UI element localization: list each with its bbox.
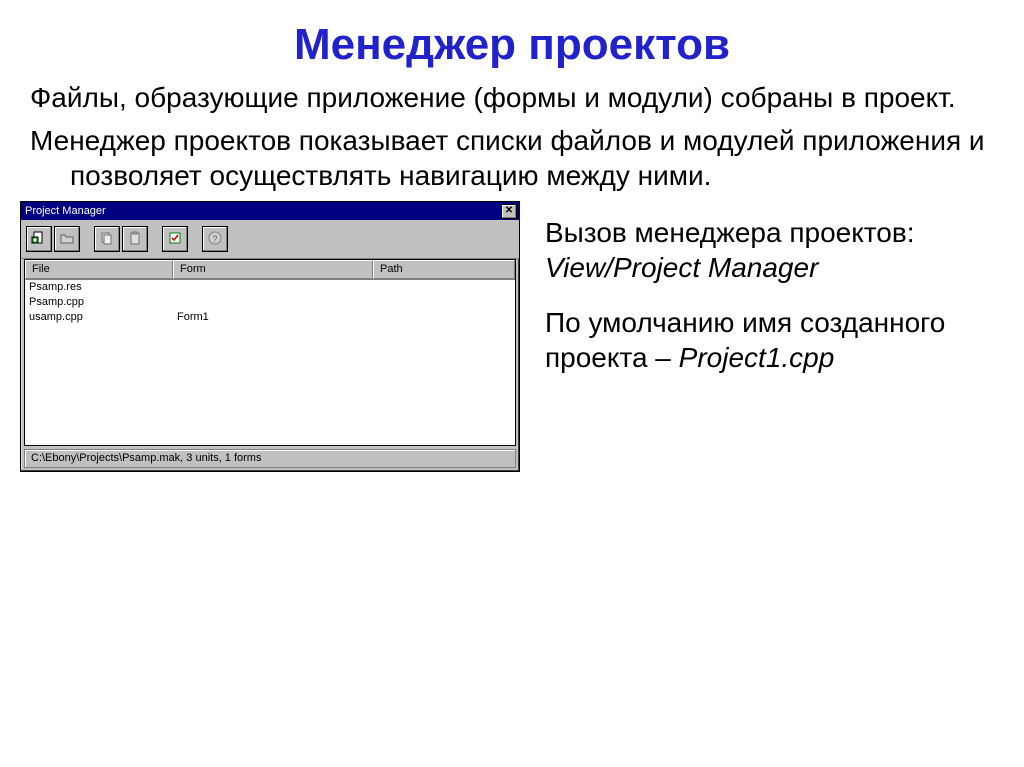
cell-file: usamp.cpp — [25, 310, 173, 325]
open-icon — [59, 230, 75, 249]
status-bar: C:\Ebony\Projects\Psamp.mak, 3 units, 1 … — [24, 449, 516, 468]
default-name: Project1.cpp — [679, 342, 835, 373]
cell-form — [173, 295, 373, 310]
column-headers: File Form Path — [25, 260, 515, 280]
cell-path — [373, 295, 515, 310]
options-button[interactable] — [162, 226, 188, 252]
help-icon: ? — [207, 230, 223, 249]
column-header-file[interactable]: File — [25, 260, 173, 279]
svg-text:?: ? — [212, 234, 217, 244]
list-rows[interactable]: Psamp.res Psamp.cpp usamp.cpp Form1 — [25, 280, 515, 445]
window-title: Project Manager — [25, 205, 106, 217]
slide-paragraph-2: Менеджер проектов показывает списки файл… — [0, 123, 1024, 201]
cell-file: Psamp.res — [25, 280, 173, 295]
window-titlebar[interactable]: Project Manager ✕ — [21, 202, 519, 220]
open-button[interactable] — [54, 226, 80, 252]
help-button[interactable]: ? — [202, 226, 228, 252]
slide-paragraph-1: Файлы, образующие приложение (формы и мо… — [0, 80, 1024, 123]
project-manager-window: Project Manager ✕ — [20, 201, 520, 472]
paste-icon — [127, 230, 143, 249]
paste-button[interactable] — [122, 226, 148, 252]
add-file-button[interactable] — [26, 226, 52, 252]
column-header-path[interactable]: Path — [373, 260, 515, 279]
toolbar: ? — [21, 220, 519, 259]
table-row[interactable]: Psamp.res — [25, 280, 515, 295]
close-icon[interactable]: ✕ — [501, 204, 517, 219]
cell-form: Form1 — [173, 310, 373, 325]
column-header-form[interactable]: Form — [173, 260, 373, 279]
slide-title: Менеджер проектов — [0, 0, 1024, 80]
lower-row: Project Manager ✕ — [0, 201, 1024, 472]
copy-button[interactable] — [94, 226, 120, 252]
copy-icon — [99, 230, 115, 249]
add-file-icon — [31, 230, 47, 249]
table-row[interactable]: usamp.cpp Form1 — [25, 310, 515, 325]
list-panel: File Form Path Psamp.res Psamp.cpp — [24, 259, 516, 446]
table-row[interactable]: Psamp.cpp — [25, 295, 515, 310]
call-label: Вызов менеджера проектов: — [545, 217, 915, 248]
cell-path — [373, 310, 515, 325]
options-icon — [167, 230, 183, 249]
slide: Менеджер проектов Файлы, образующие прил… — [0, 0, 1024, 767]
call-path: View/Project Manager — [545, 252, 818, 283]
cell-file: Psamp.cpp — [25, 295, 173, 310]
cell-path — [373, 280, 515, 295]
cell-form — [173, 280, 373, 295]
right-column: Вызов менеджера проектов: View/Project M… — [520, 201, 994, 395]
